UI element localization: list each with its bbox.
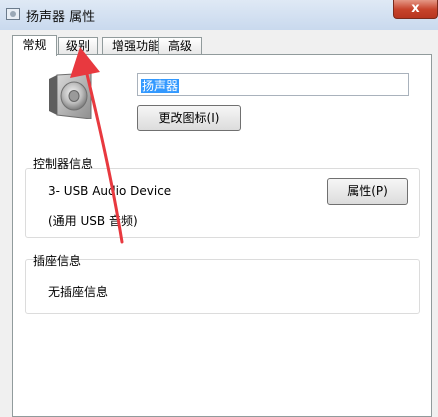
tab-advanced-label: 高级 xyxy=(167,39,192,53)
speaker-app-icon xyxy=(6,8,20,20)
properties-button[interactable]: 属性(P) xyxy=(327,178,408,205)
change-icon-button[interactable]: 更改图标(I) xyxy=(137,105,241,131)
window-title: 扬声器 属性 xyxy=(26,10,96,25)
speaker-icon xyxy=(49,73,92,119)
device-name-value: 扬声器 xyxy=(141,79,180,93)
tab-general[interactable]: 常规 xyxy=(12,35,57,56)
device-name-input[interactable]: 扬声器 xyxy=(137,73,409,96)
tab-advanced[interactable]: 高级 xyxy=(158,37,202,55)
controller-device-name: 3- USB Audio Device xyxy=(48,184,172,198)
jack-info-label: 插座信息 xyxy=(33,254,82,268)
properties-label: 属性(P) xyxy=(347,184,388,198)
tab-levels-label: 级别 xyxy=(65,39,90,53)
controller-info-label: 控制器信息 xyxy=(33,157,94,171)
tab-levels[interactable]: 级别 xyxy=(58,37,98,55)
controller-device-desc: (通用 USB 音频) xyxy=(48,214,138,228)
close-button[interactable]: x xyxy=(393,0,438,19)
jack-status-text: 无插座信息 xyxy=(48,285,109,299)
tab-enhancements-label: 增强功能 xyxy=(111,39,160,53)
tab-general-label: 常规 xyxy=(22,38,47,52)
close-icon: x xyxy=(411,1,420,16)
title-bar: 扬声器 属性 x xyxy=(0,0,438,30)
change-icon-label: 更改图标(I) xyxy=(158,111,220,125)
